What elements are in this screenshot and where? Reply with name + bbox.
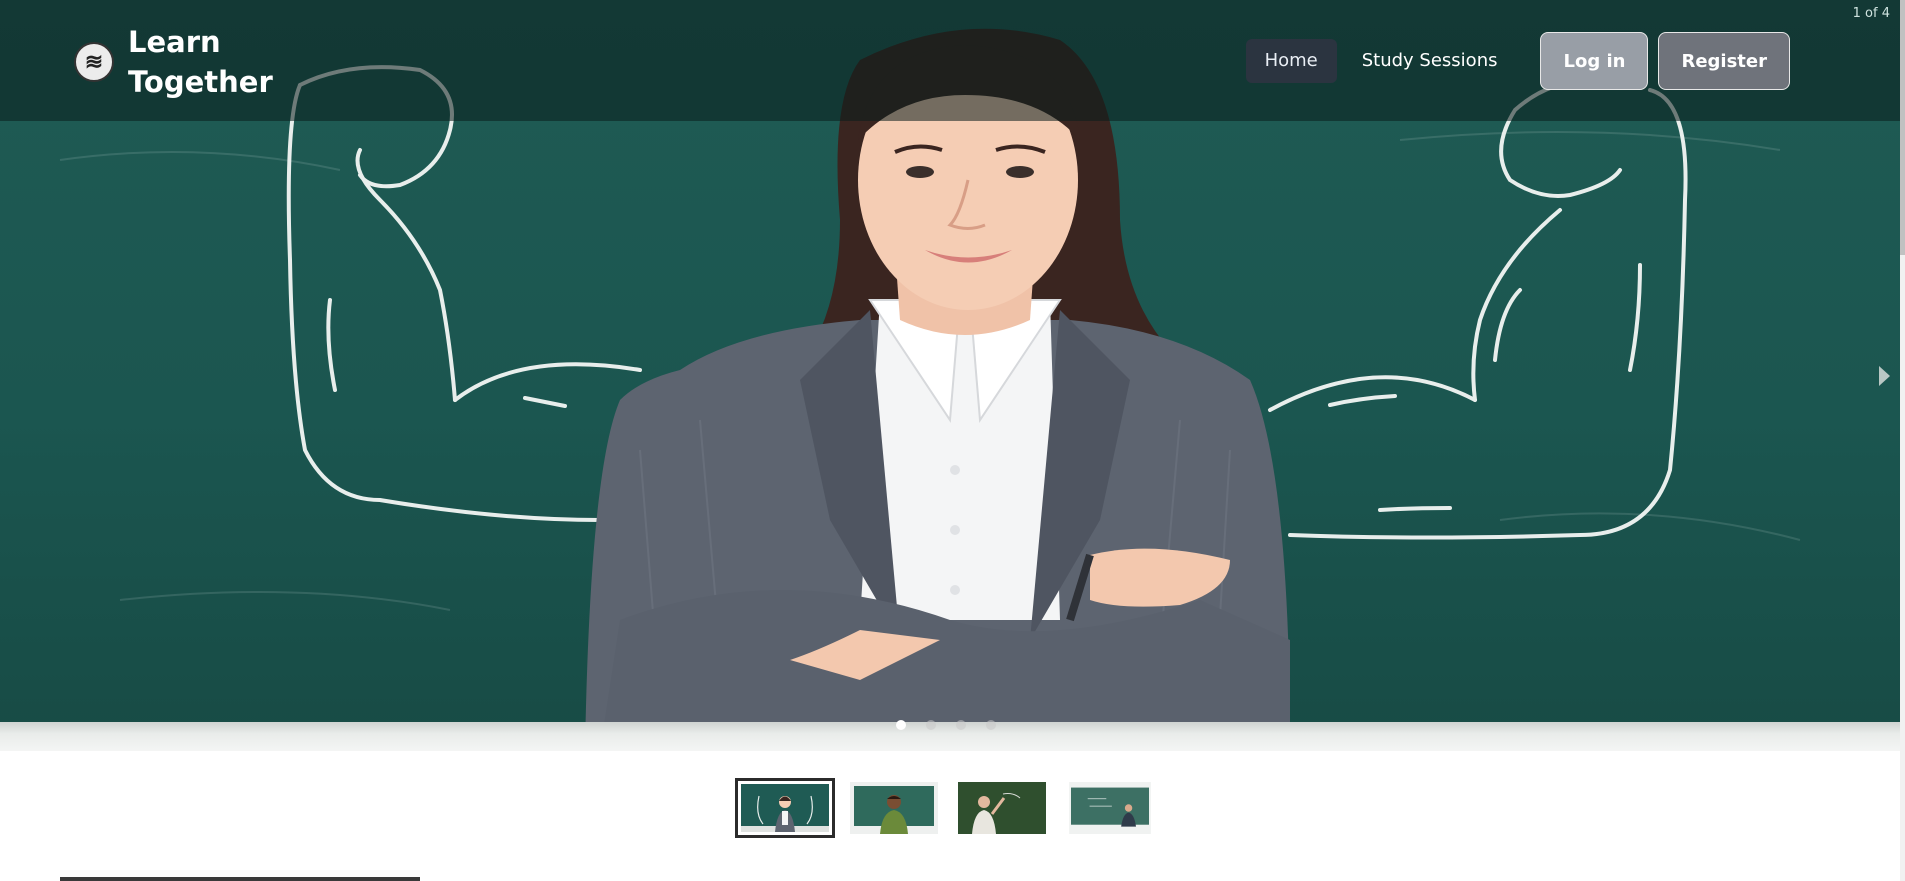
scrollbar-track[interactable] (1900, 0, 1905, 881)
carousel-dot-4[interactable] (986, 720, 996, 730)
thumbnail-3[interactable] (958, 782, 1046, 834)
brand[interactable]: ≋ Learn Together (74, 22, 278, 102)
carousel-dot-1[interactable] (896, 720, 906, 730)
thumbnail-image-2 (850, 782, 938, 834)
scrollbar-thumb[interactable] (1900, 0, 1905, 255)
login-button[interactable]: Log in (1540, 32, 1649, 90)
nav-home[interactable]: Home (1245, 39, 1337, 83)
main-nav: Home Study Sessions Log in Register (1245, 32, 1790, 90)
chevron-right-icon[interactable] (1879, 366, 1890, 386)
thumbnail-2[interactable] (850, 782, 938, 834)
thumbnail-image-4 (1069, 782, 1151, 834)
brand-name: Learn Together (128, 25, 273, 99)
carousel-dot-2[interactable] (926, 720, 936, 730)
thumbnail-image-3 (958, 782, 1046, 834)
thumbnail-image-1 (741, 784, 829, 832)
thumbnail-strip (735, 778, 1174, 838)
book-stack-icon: ≋ (74, 42, 114, 82)
section-divider (60, 877, 420, 881)
carousel-dot-3[interactable] (956, 720, 966, 730)
slide-counter: 1 of 4 (1852, 6, 1890, 21)
thumbnail-4[interactable] (1066, 782, 1154, 834)
hero-carousel: ≋ Learn Together Home Study Sessions Log… (0, 0, 1900, 751)
thumbnail-1[interactable] (735, 778, 835, 838)
nav-study-sessions[interactable]: Study Sessions (1343, 39, 1517, 83)
carousel-dots (896, 720, 1016, 730)
register-button[interactable]: Register (1658, 32, 1790, 90)
